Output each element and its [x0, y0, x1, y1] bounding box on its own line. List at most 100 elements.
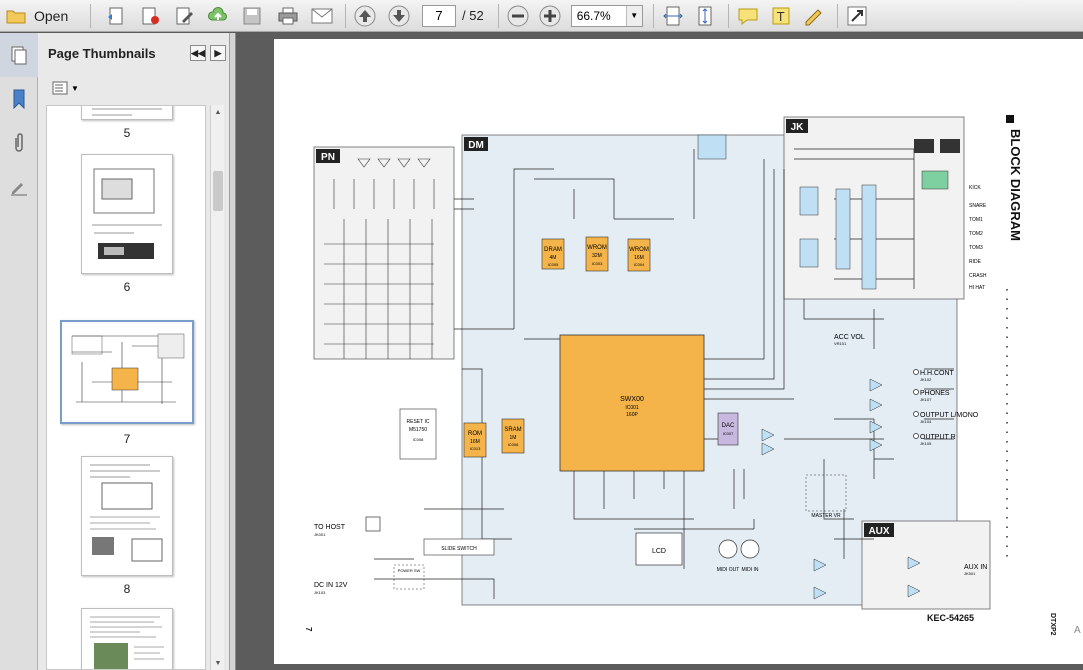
highlight-text-icon: T — [772, 7, 790, 24]
fit-width-button[interactable] — [660, 3, 686, 29]
bookmarks-tab[interactable] — [0, 77, 38, 121]
cloud-upload-button[interactable] — [205, 3, 231, 29]
io-label: H.H.CONT — [920, 370, 955, 377]
thumbnail-page[interactable] — [81, 154, 173, 274]
page-thumbnails-tab[interactable] — [0, 33, 38, 77]
open-button[interactable]: Open — [0, 3, 84, 29]
toolbar: Open 7 / 52 66.7% ▼ T — [0, 0, 1083, 32]
separator — [836, 3, 838, 28]
section-tag-pn: PN — [316, 149, 340, 163]
create-pdf-icon — [108, 7, 123, 24]
previous-page-button[interactable] — [352, 3, 378, 29]
power-sw-label: POWER SW — [398, 568, 421, 573]
title-bullet — [1006, 115, 1014, 123]
next-page-button[interactable] — [386, 3, 412, 29]
section-label: DM — [468, 140, 484, 151]
edit-pdf-button[interactable] — [137, 3, 163, 29]
jk-input-labels: KICK SNARE TOM1 TOM2 TOM3 RIDE CRASH HI … — [969, 185, 987, 291]
options-list-icon — [52, 81, 68, 95]
midi-in-connector — [740, 539, 760, 559]
thumbnail-preview — [68, 330, 186, 414]
dc-in-label: DC IN 12V — [314, 582, 348, 589]
arrow-up-icon — [354, 5, 376, 26]
jk-label: TOM3 — [969, 245, 983, 251]
document-view[interactable]: PN DM JK AUX DRAM 4M IC005 WROM 32M IC00… — [236, 33, 1083, 670]
svg-text:JK105: JK105 — [920, 441, 932, 446]
chip-label: ROM — [468, 431, 482, 437]
block-diagram: PN DM JK AUX DRAM 4M IC005 WROM 32M IC00… — [304, 115, 1083, 636]
zoom-select[interactable]: 66.7% ▼ — [570, 4, 643, 27]
io-label: PHONES — [920, 390, 950, 397]
scroll-up-arrow[interactable]: ▲ — [211, 105, 225, 119]
swx00-chip — [559, 334, 705, 472]
reset-ic-label: RESET IC — [407, 419, 430, 425]
jk-label: RIDE — [969, 259, 982, 265]
pn-region — [313, 146, 455, 360]
panel-title: Page Thumbnails — [48, 45, 156, 61]
thumbnail-page[interactable] — [81, 456, 173, 576]
zoom-out-button[interactable] — [505, 3, 531, 29]
thumbnail-page[interactable] — [81, 106, 173, 120]
chip-ref: IC003 — [592, 261, 603, 266]
expand-panel-button[interactable]: ▶ — [210, 45, 226, 61]
signatures-tab[interactable] — [0, 165, 38, 209]
envelope-icon — [311, 8, 333, 23]
thumbnail-scrollbar[interactable]: ▲ ▼ — [210, 105, 224, 670]
fill-sign-button[interactable] — [171, 3, 197, 29]
page-number: 7 — [304, 627, 313, 632]
minus-circle-icon — [507, 5, 529, 26]
create-pdf-button[interactable] — [103, 3, 129, 29]
scroll-down-arrow[interactable]: ▼ — [211, 656, 225, 670]
markup-button[interactable] — [801, 3, 827, 29]
scrollbar-thumb[interactable] — [213, 171, 223, 211]
jk-label: SNARE — [969, 203, 987, 209]
dac-label: DAC — [722, 423, 735, 429]
thumbnail-options-button[interactable]: ▼ — [38, 73, 229, 103]
thumbnail-page-current[interactable] — [60, 320, 194, 424]
side-note: A G — [1074, 625, 1083, 636]
midi-in-label: MIDI IN — [742, 567, 759, 573]
speech-bubble-icon — [738, 8, 758, 25]
thumbnail-list[interactable]: 5 6 7 8 — [46, 105, 206, 670]
attachments-tab[interactable] — [0, 121, 38, 165]
collapse-panel-button[interactable]: ◀◀ — [190, 45, 206, 61]
dac-chip — [717, 412, 739, 446]
page-number-input[interactable]: 7 — [422, 4, 456, 27]
svg-text:VR101: VR101 — [834, 341, 847, 346]
fit-width-icon — [662, 6, 683, 25]
chip-label: WROM — [629, 247, 649, 253]
io-label: ACC VOL — [834, 334, 865, 341]
pages-icon — [11, 46, 27, 65]
separator — [497, 3, 499, 28]
jk-label: KICK — [969, 185, 981, 191]
highlight-button[interactable]: T — [769, 3, 795, 29]
fit-page-button[interactable] — [692, 3, 718, 29]
document-page: PN DM JK AUX DRAM 4M IC005 WROM 32M IC00… — [274, 39, 1083, 664]
comment-button[interactable] — [735, 3, 761, 29]
folder-icon — [6, 10, 26, 23]
chip-ref: IC013 — [470, 446, 481, 451]
chip-size: 1M — [510, 435, 517, 441]
thumbnail-label: 5 — [123, 126, 131, 140]
svg-text:JK501: JK501 — [964, 571, 976, 576]
thumbnail-page[interactable] — [81, 608, 173, 669]
printer-icon — [278, 7, 298, 24]
zoom-in-button[interactable] — [537, 3, 563, 29]
reset-ic-part: M51750 — [409, 427, 427, 433]
reset-ic-ref: IC008 — [413, 437, 424, 442]
section-tag-aux: AUX — [864, 523, 894, 537]
email-button[interactable] — [309, 3, 335, 29]
save-button[interactable] — [239, 3, 265, 29]
print-button[interactable] — [275, 3, 301, 29]
full-screen-button[interactable] — [844, 3, 870, 29]
master-vr-label: MASTER VR — [811, 513, 841, 519]
io-label: AUX IN — [964, 564, 987, 571]
arrow-down-icon — [388, 5, 410, 26]
thumbnails-panel: Page Thumbnails ◀◀ ▶ ▼ 5 6 7 8 ▲ ▼ — [38, 33, 230, 670]
chip-size: 16M — [470, 439, 480, 445]
section-label: PN — [321, 152, 335, 163]
svg-text:T: T — [776, 10, 785, 24]
chevron-down-icon: ▼ — [71, 83, 79, 93]
cloud-upload-icon — [208, 6, 227, 20]
save-icon — [243, 7, 261, 24]
